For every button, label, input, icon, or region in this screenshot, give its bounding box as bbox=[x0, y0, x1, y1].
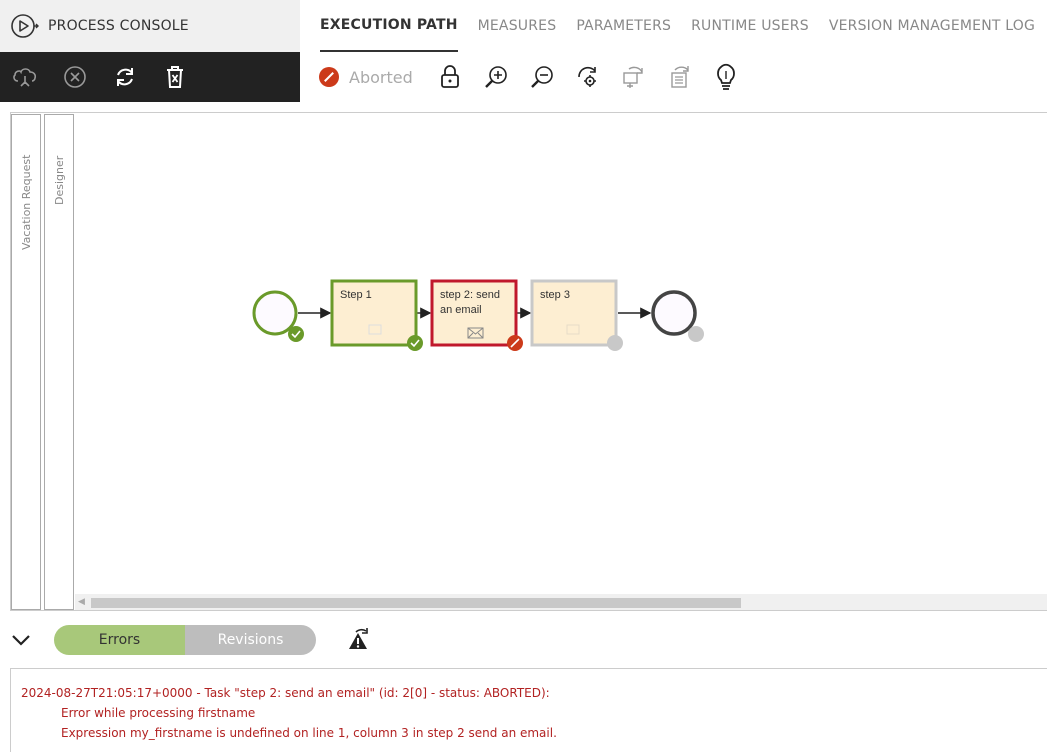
execution-toolbar: Aborted bbox=[300, 52, 1047, 102]
tab-measures[interactable]: MEASURES bbox=[478, 0, 557, 52]
status-label: Aborted bbox=[349, 67, 413, 87]
tab-revisions[interactable]: Revisions bbox=[185, 625, 316, 655]
task-label: step 3 bbox=[540, 289, 570, 301]
start-event[interactable] bbox=[252, 290, 304, 342]
process-actions-toolbar bbox=[0, 52, 300, 102]
error-log: 2024-08-27T21:05:17+0000 - Task "step 2:… bbox=[10, 668, 1047, 752]
report-warning-icon[interactable] bbox=[346, 628, 370, 652]
process-diagram-canvas[interactable]: Vacation Request Designer Step 1 step 2:… bbox=[10, 112, 1047, 611]
console-tabs: EXECUTION PATH MEASURES PARAMETERS RUNTI… bbox=[300, 0, 1047, 52]
scrollbar-thumb[interactable] bbox=[91, 598, 741, 608]
tab-parameters[interactable]: PARAMETERS bbox=[576, 0, 671, 52]
console-header: PROCESS CONSOLE bbox=[0, 0, 300, 52]
task-step-3[interactable]: step 3 bbox=[530, 279, 623, 351]
process-diagram: Step 1 step 2: send an email step 3 bbox=[252, 279, 704, 351]
collapse-panel-icon[interactable] bbox=[10, 629, 32, 651]
completed-check-icon bbox=[407, 335, 423, 351]
tab-execution-path[interactable]: EXECUTION PATH bbox=[320, 0, 458, 52]
app-title: PROCESS CONSOLE bbox=[48, 18, 189, 34]
refresh-icon[interactable] bbox=[100, 52, 150, 102]
process-console-icon bbox=[11, 14, 39, 38]
task-label: Step 1 bbox=[340, 289, 372, 301]
log-entry-header: 2024-08-27T21:05:17+0000 - Task "step 2:… bbox=[21, 686, 550, 700]
scroll-left-icon[interactable]: ◀ bbox=[78, 597, 85, 607]
completed-check-icon bbox=[288, 326, 304, 342]
hint-bulb-icon[interactable] bbox=[703, 52, 749, 102]
log-entry-detail: Expression my_firstname is undefined on … bbox=[61, 726, 557, 740]
tab-version-management-log[interactable]: VERSION MANAGEMENT LOG bbox=[829, 0, 1035, 52]
task-step-2-send-email[interactable]: step 2: send an email bbox=[430, 279, 523, 351]
process-status: Aborted bbox=[319, 67, 413, 87]
aborted-status-icon bbox=[319, 67, 339, 87]
cancel-circle-icon[interactable] bbox=[50, 52, 100, 102]
delete-bin-icon[interactable] bbox=[150, 52, 200, 102]
reassign-icon[interactable] bbox=[611, 52, 657, 102]
bottom-panel-header: Errors Revisions bbox=[0, 622, 1047, 658]
process-settings-icon[interactable] bbox=[565, 52, 611, 102]
errors-revisions-toggle: Errors Revisions bbox=[54, 625, 316, 655]
end-event[interactable] bbox=[651, 290, 704, 342]
zoom-out-icon[interactable] bbox=[519, 52, 565, 102]
log-entry-detail: Error while processing firstname bbox=[61, 706, 256, 720]
zoom-in-icon[interactable] bbox=[473, 52, 519, 102]
task-label-line2: an email bbox=[440, 304, 482, 316]
pending-status-icon bbox=[607, 335, 623, 351]
pending-status-icon bbox=[688, 326, 704, 342]
tab-runtime-users[interactable]: RUNTIME USERS bbox=[691, 0, 809, 52]
task-label-line1: step 2: send bbox=[440, 289, 500, 301]
redirect-icon[interactable] bbox=[657, 52, 703, 102]
horizontal-scrollbar[interactable]: ◀ bbox=[75, 594, 1047, 610]
tab-errors[interactable]: Errors bbox=[54, 625, 185, 655]
task-step-1[interactable]: Step 1 bbox=[330, 279, 423, 351]
lock-icon[interactable] bbox=[427, 52, 473, 102]
cloud-network-icon[interactable] bbox=[0, 52, 50, 102]
